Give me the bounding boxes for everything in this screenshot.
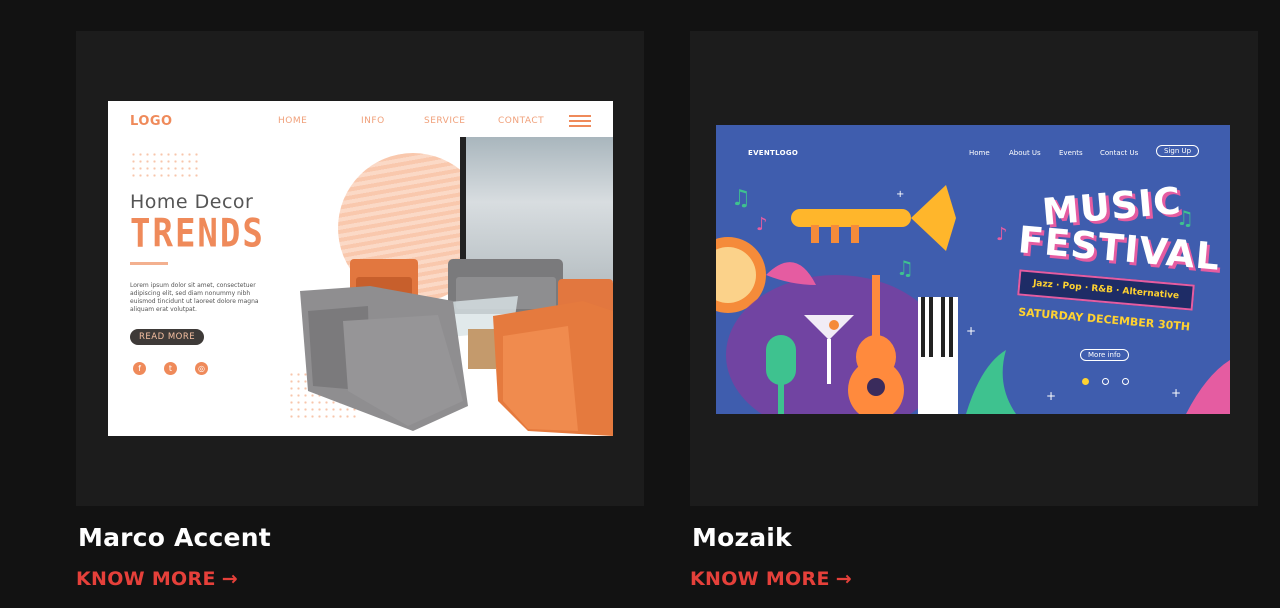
portfolio-card-marco-accent[interactable]: LOGO HOME INFO SERVICE CONTACT Home Deco… — [76, 31, 644, 506]
furniture-illustration — [300, 259, 613, 436]
mock-more-info-button: More info — [1080, 349, 1129, 361]
card-title: Mozaik — [692, 523, 792, 552]
svg-text:♪: ♪ — [756, 214, 768, 235]
svg-text:+: + — [966, 324, 976, 338]
portfolio-card-mozaik[interactable]: EVENTLOGO Home About Us Events Contact U… — [690, 31, 1258, 506]
svg-text:♪: ♪ — [996, 224, 1008, 245]
svg-text:+: + — [1171, 386, 1181, 400]
know-more-label: KNOW MORE — [690, 568, 830, 590]
svg-text:+: + — [1046, 389, 1056, 403]
arrow-right-icon: → — [221, 568, 238, 590]
preview-image-music-festival[interactable]: EVENTLOGO Home About Us Events Contact U… — [716, 125, 1230, 414]
carousel-dot-active — [1082, 378, 1089, 385]
know-more-link[interactable]: KNOW MORE → — [76, 568, 238, 590]
svg-text:+: + — [896, 189, 904, 200]
know-more-link[interactable]: KNOW MORE → — [690, 568, 852, 590]
know-more-label: KNOW MORE — [76, 568, 216, 590]
card-title: Marco Accent — [78, 523, 271, 552]
carousel-dot — [1102, 378, 1109, 385]
svg-text:♫: ♫ — [731, 186, 751, 211]
arrow-right-icon: → — [835, 568, 852, 590]
carousel-dot — [1122, 378, 1129, 385]
preview-image-home-decor[interactable]: LOGO HOME INFO SERVICE CONTACT Home Deco… — [108, 101, 613, 436]
svg-text:♫: ♫ — [896, 256, 914, 280]
